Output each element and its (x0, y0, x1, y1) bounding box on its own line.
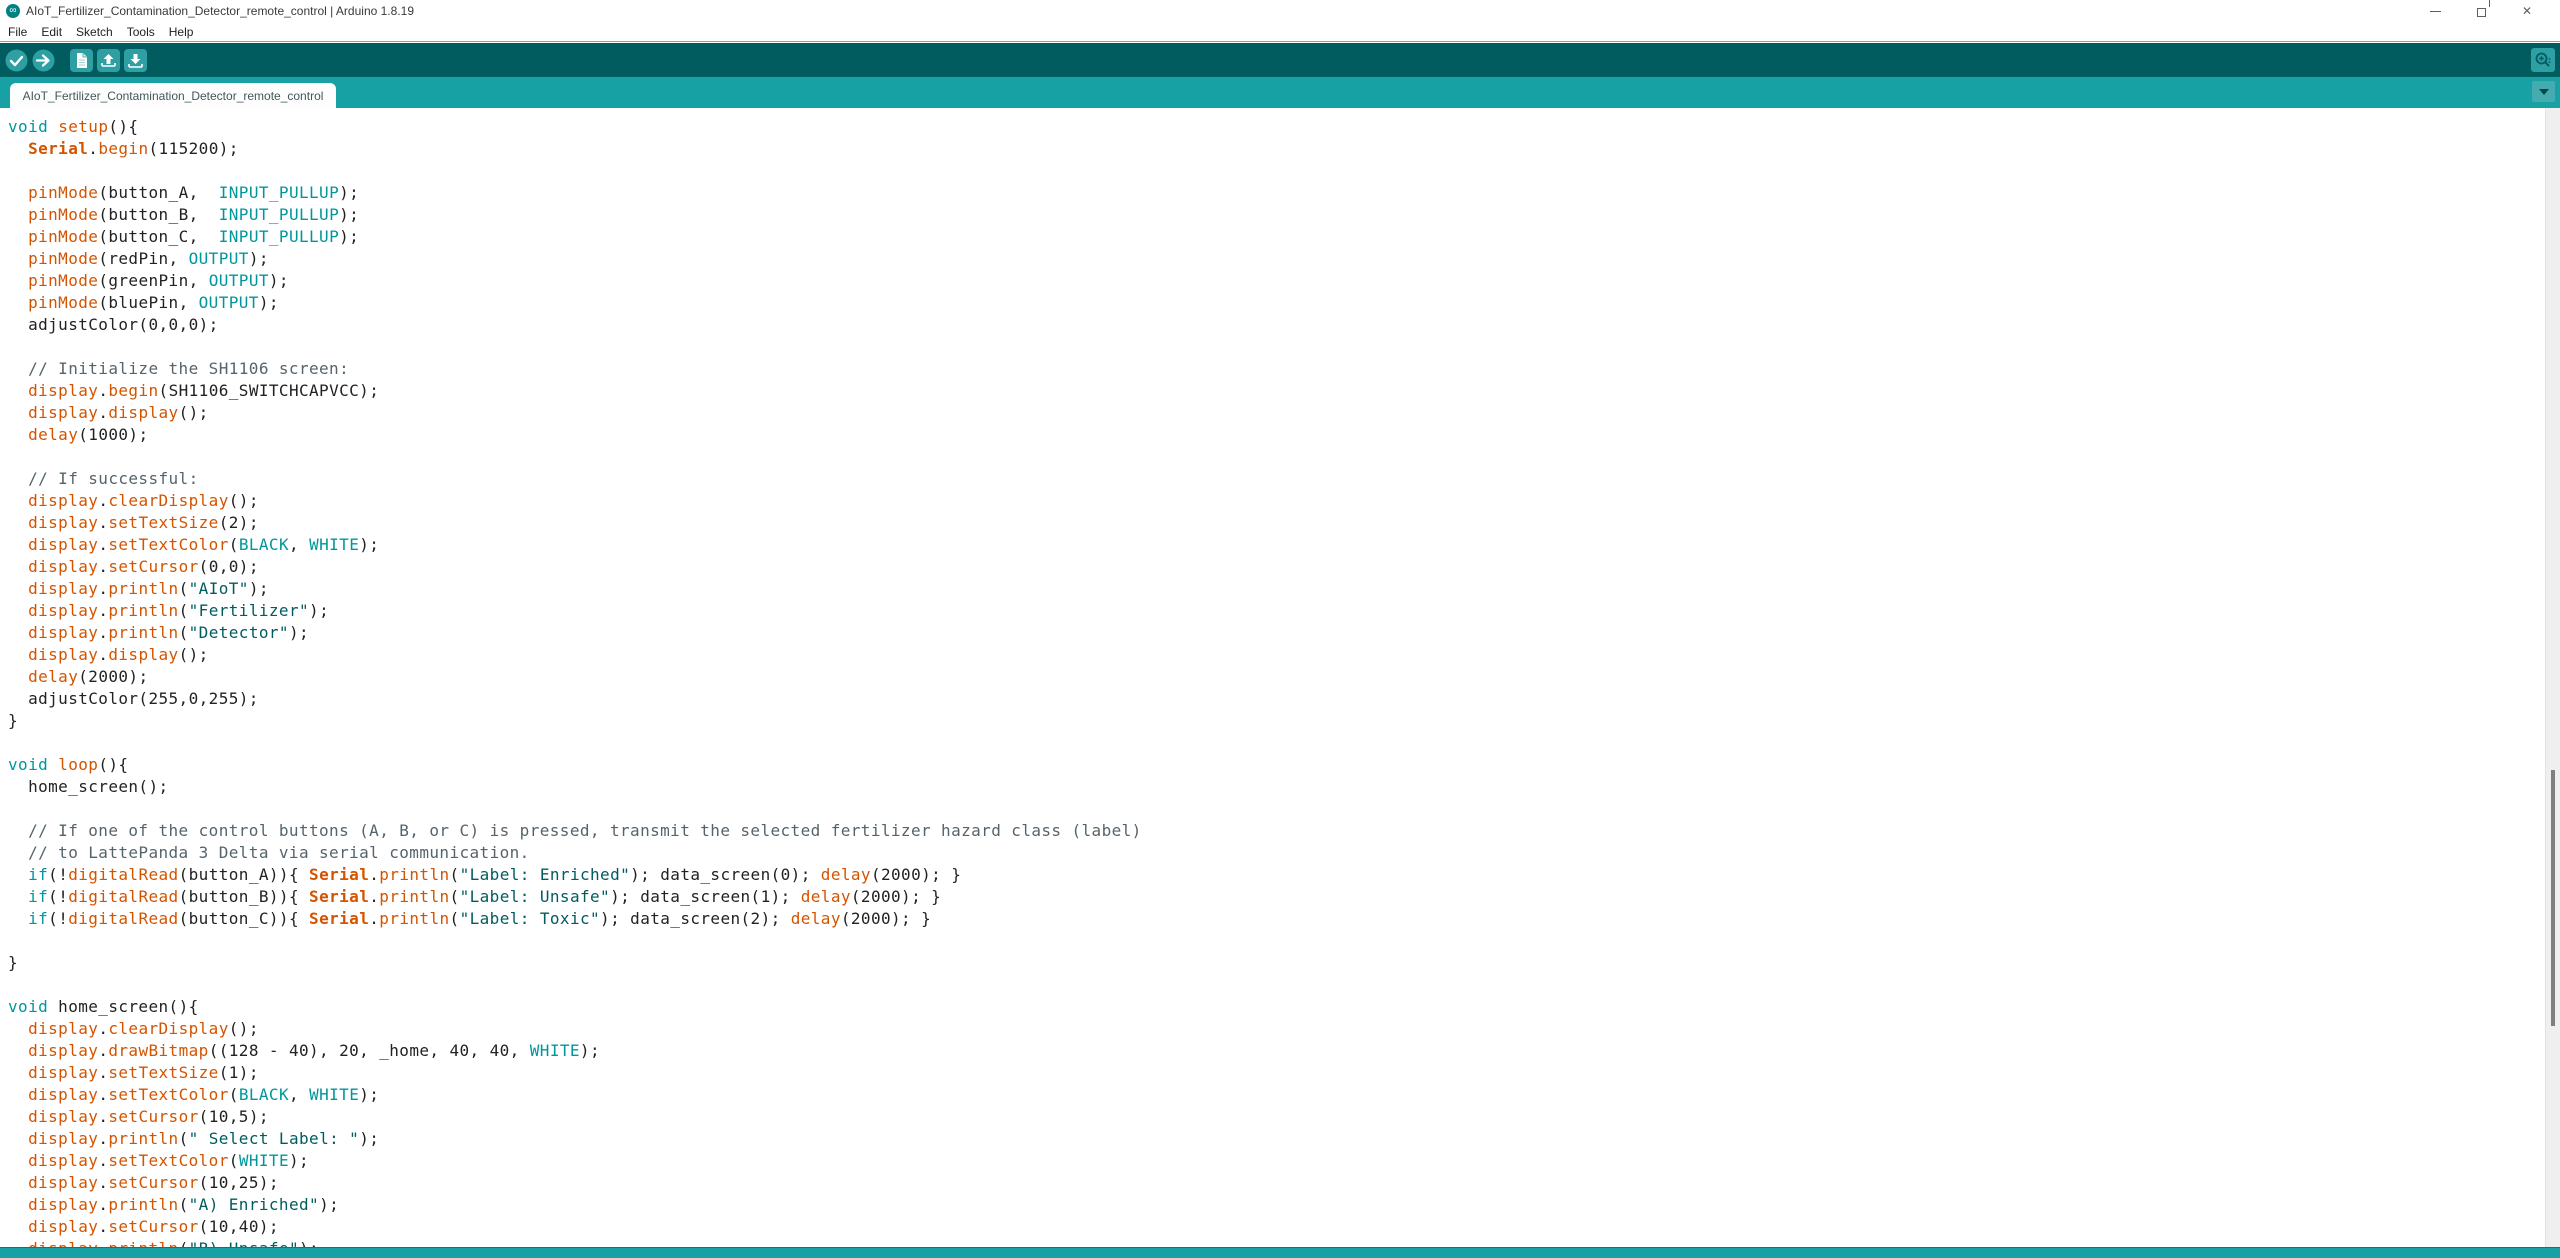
tab-sketch[interactable]: AIoT_Fertilizer_Contamination_Detector_r… (10, 83, 336, 108)
code-line: } (8, 710, 2560, 732)
code-line: delay(2000); (8, 666, 2560, 688)
open-arrow-icon (97, 49, 120, 72)
code-editor[interactable]: void setup(){ Serial.begin(115200); pinM… (0, 108, 2560, 1247)
code-line: display.setCursor(10,5); (8, 1106, 2560, 1128)
code-line: display.begin(SH1106_SWITCHCAPVCC); (8, 380, 2560, 402)
code-line: // If one of the control buttons (A, B, … (8, 820, 2560, 842)
code-line: pinMode(button_C, INPUT_PULLUP); (8, 226, 2560, 248)
code-line: if(!digitalRead(button_C)){ Serial.print… (8, 908, 2560, 930)
code-line: display.println("A) Enriched"); (8, 1194, 2560, 1216)
arduino-logo-icon: ∞ (6, 4, 20, 18)
title-bar: ∞ AIoT_Fertilizer_Contamination_Detector… (0, 0, 2560, 22)
code-line: pinMode(bluePin, OUTPUT); (8, 292, 2560, 314)
code-line: Serial.begin(115200); (8, 138, 2560, 160)
code-line: // Initialize the SH1106 screen: (8, 358, 2560, 380)
code-line: display.setTextSize(2); (8, 512, 2560, 534)
code-line: adjustColor(0,0,0); (8, 314, 2560, 336)
code-line (8, 930, 2560, 952)
close-icon: ✕ (2522, 5, 2532, 17)
code-line: void setup(){ (8, 116, 2560, 138)
code-line: display.println("Fertilizer"); (8, 600, 2560, 622)
code-line: display.display(); (8, 644, 2560, 666)
minimize-icon (2430, 11, 2441, 12)
restore-button[interactable] (2458, 0, 2504, 22)
code-line (8, 974, 2560, 996)
code-line: display.setTextColor(WHITE); (8, 1150, 2560, 1172)
code-line: // to LattePanda 3 Delta via serial comm… (8, 842, 2560, 864)
verify-check-icon (5, 49, 28, 72)
code-line: display.setCursor(0,0); (8, 556, 2560, 578)
code-line: display.drawBitmap((128 - 40), 20, _home… (8, 1040, 2560, 1062)
code-line (8, 446, 2560, 468)
code-line (8, 732, 2560, 754)
minimize-button[interactable] (2412, 0, 2458, 22)
code-line: display.setTextColor(BLACK, WHITE); (8, 1084, 2560, 1106)
code-line: // If successful: (8, 468, 2560, 490)
new-document-icon (70, 49, 93, 72)
code-line: display.println(" Select Label: "); (8, 1128, 2560, 1150)
arduino-ide-window: ∞ AIoT_Fertilizer_Contamination_Detector… (0, 0, 2560, 1258)
code-line: delay(1000); (8, 424, 2560, 446)
save-arrow-icon (124, 49, 147, 72)
save-sketch-button[interactable] (124, 49, 147, 72)
tab-menu-button[interactable] (2532, 81, 2555, 102)
serial-monitor-button[interactable] (2531, 48, 2555, 72)
code-line: home_screen(); (8, 776, 2560, 798)
code-line: display.println("AIoT"); (8, 578, 2560, 600)
code-line: if(!digitalRead(button_B)){ Serial.print… (8, 886, 2560, 908)
new-sketch-button[interactable] (70, 49, 93, 72)
menu-file[interactable]: File (8, 25, 27, 39)
code-line: void loop(){ (8, 754, 2560, 776)
vertical-scrollbar[interactable] (2545, 108, 2560, 1247)
code-area[interactable]: void setup(){ Serial.begin(115200); pinM… (0, 108, 2560, 1247)
code-line: void home_screen(){ (8, 996, 2560, 1018)
code-line: display.setCursor(10,40); (8, 1216, 2560, 1238)
code-line: display.setCursor(10,25); (8, 1172, 2560, 1194)
code-line: pinMode(button_B, INPUT_PULLUP); (8, 204, 2560, 226)
code-line: pinMode(greenPin, OUTPUT); (8, 270, 2560, 292)
chevron-down-icon (2539, 89, 2549, 95)
window-controls: ✕ (2412, 0, 2550, 22)
code-line: adjustColor(255,0,255); (8, 688, 2560, 710)
code-line: pinMode(button_A, INPUT_PULLUP); (8, 182, 2560, 204)
menu-edit[interactable]: Edit (41, 25, 62, 39)
code-line (8, 798, 2560, 820)
menu-sketch[interactable]: Sketch (76, 25, 113, 39)
code-line: display.setTextColor(BLACK, WHITE); (8, 534, 2560, 556)
window-title: AIoT_Fertilizer_Contamination_Detector_r… (26, 4, 414, 18)
code-line: } (8, 952, 2560, 974)
scrollbar-thumb[interactable] (2551, 770, 2555, 1026)
code-line: display.setTextSize(1); (8, 1062, 2560, 1084)
verify-button[interactable] (5, 49, 28, 72)
code-line: display.clearDisplay(); (8, 490, 2560, 512)
code-line: display.println("Detector"); (8, 622, 2560, 644)
tab-bar: AIoT_Fertilizer_Contamination_Detector_r… (0, 77, 2560, 108)
close-button[interactable]: ✕ (2504, 0, 2550, 22)
code-line: display.println("B) Unsafe"); (8, 1238, 2560, 1247)
code-line: display.display(); (8, 402, 2560, 424)
open-sketch-button[interactable] (97, 49, 120, 72)
tab-label: AIoT_Fertilizer_Contamination_Detector_r… (23, 89, 324, 103)
menu-bar: File Edit Sketch Tools Help (0, 22, 2560, 42)
status-bar (0, 1247, 2560, 1258)
code-line: if(!digitalRead(button_A)){ Serial.print… (8, 864, 2560, 886)
code-line: display.clearDisplay(); (8, 1018, 2560, 1040)
menu-tools[interactable]: Tools (127, 25, 155, 39)
upload-button[interactable] (32, 49, 55, 72)
restore-icon (2477, 8, 2486, 17)
code-line (8, 336, 2560, 358)
code-line: pinMode(redPin, OUTPUT); (8, 248, 2560, 270)
serial-monitor-icon (2534, 51, 2552, 69)
code-line (8, 160, 2560, 182)
menu-help[interactable]: Help (169, 25, 194, 39)
upload-arrow-icon (32, 49, 55, 72)
toolbar (0, 43, 2560, 77)
